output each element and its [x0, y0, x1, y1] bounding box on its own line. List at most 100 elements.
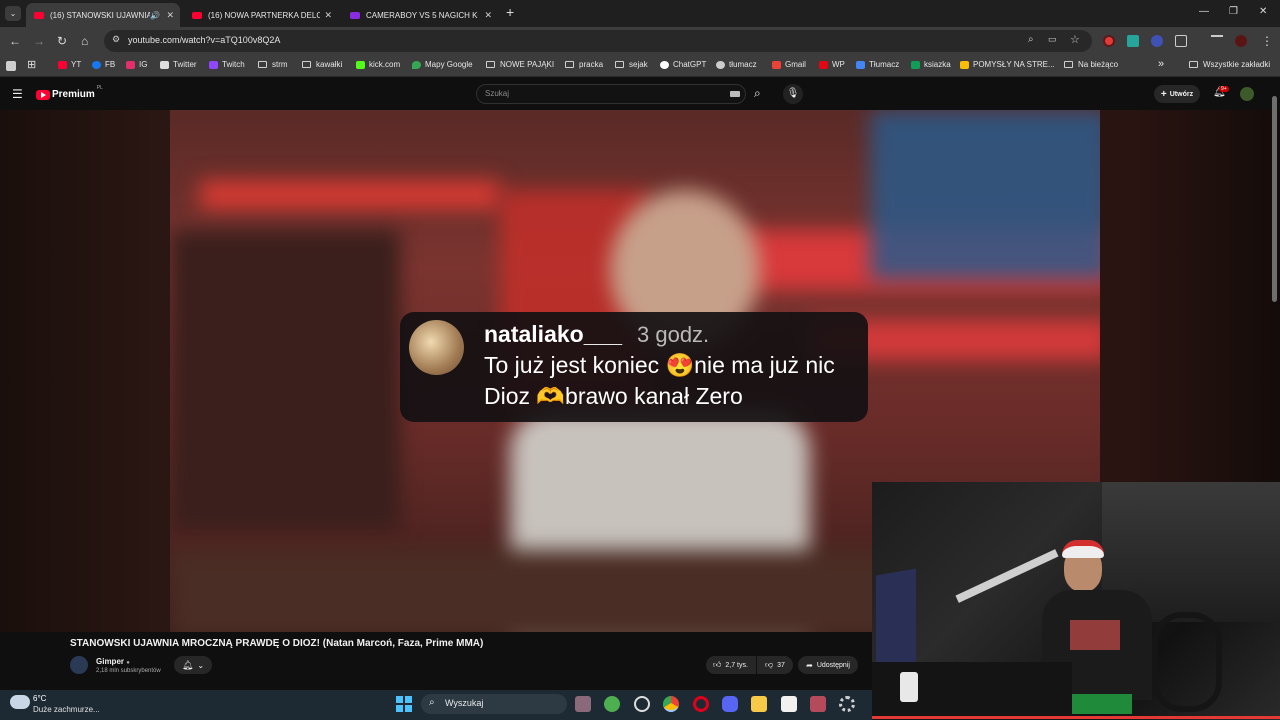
- bookmark-kick[interactable]: kick.com: [356, 60, 400, 69]
- tab-search-button[interactable]: ⌄: [5, 6, 21, 21]
- maps-pin-icon: [412, 60, 421, 69]
- bookmark-chatgpt[interactable]: ChatGPT: [660, 60, 706, 69]
- extensions-puzzle-icon[interactable]: [1175, 35, 1187, 47]
- url-text[interactable]: youtube.com/watch?v=aTQ100v8Q2A: [128, 35, 280, 45]
- browser-menu-icon[interactable]: ⋮: [1261, 34, 1273, 48]
- bookmark-gmail[interactable]: Gmail: [772, 60, 806, 69]
- settings-gear-icon[interactable]: [839, 696, 855, 712]
- verified-icon: ●: [126, 660, 130, 666]
- plus-icon: +: [1160, 88, 1167, 100]
- channel-avatar[interactable]: [70, 656, 88, 674]
- address-bar[interactable]: ⚙ youtube.com/watch?v=aTQ100v8Q2A ⌕ ▭ ☆: [104, 30, 1092, 52]
- app-shield-icon[interactable]: [604, 696, 620, 712]
- studio-blur-red: [200, 180, 500, 210]
- translate-extension-icon[interactable]: [1127, 35, 1139, 47]
- tab-cameraboy[interactable]: CAMERABOY VS 5 NAGICH KO ✕: [342, 3, 498, 27]
- taskbar-search[interactable]: ⌕ Wyszukaj: [421, 694, 567, 714]
- search-icon[interactable]: ⌕: [754, 86, 761, 101]
- bookmark-folder-pajaki[interactable]: NOWE PAJĄKI: [486, 60, 554, 69]
- chatgpt-icon: [660, 60, 669, 69]
- close-tab-icon[interactable]: ✕: [484, 10, 492, 21]
- microphone-icon[interactable]: 🎙︎: [783, 84, 803, 104]
- bookmark-fb[interactable]: FB: [92, 60, 115, 69]
- chrome-icon[interactable]: [663, 696, 679, 712]
- forward-icon[interactable]: →: [33, 34, 45, 48]
- app-white-icon[interactable]: [781, 696, 797, 712]
- zoom-icon[interactable]: ⌕: [1028, 34, 1034, 45]
- file-explorer-icon[interactable]: [751, 696, 767, 712]
- bookmark-maps[interactable]: Mapy Google: [412, 60, 473, 69]
- circle-extension-icon[interactable]: [1151, 35, 1163, 47]
- account-avatar[interactable]: [1240, 87, 1254, 101]
- all-bookmarks-folder[interactable]: Wszystkie zakładki: [1189, 60, 1270, 69]
- close-window-icon[interactable]: ✕: [1259, 6, 1267, 17]
- bookmark-translate[interactable]: Tłumacz: [856, 60, 899, 69]
- share-button[interactable]: ➦ Udostępnij: [798, 656, 858, 674]
- bookmark-ig[interactable]: IG: [126, 60, 147, 69]
- weather-temperature[interactable]: 6°C: [33, 694, 46, 703]
- new-tab-button[interactable]: +: [506, 4, 514, 20]
- windows-start-icon[interactable]: [396, 696, 412, 712]
- bookmarks-overflow-icon[interactable]: »: [1158, 58, 1164, 70]
- weather-description[interactable]: Duże zachmurze...: [33, 705, 100, 714]
- restore-icon[interactable]: ❐: [1229, 6, 1238, 17]
- bookmark-folder-na-biezaco[interactable]: Na bieżąco: [1064, 60, 1118, 69]
- commenter-username: nataliako___: [484, 321, 623, 347]
- hamburger-menu-icon[interactable]: ☰: [12, 87, 23, 101]
- tab-stanowski[interactable]: (16) STANOWSKI UJAWNIA 🔊 ✕: [26, 3, 180, 27]
- site-info-icon[interactable]: ⚙: [112, 34, 120, 45]
- like-button[interactable]: 👍︎ 2,7 tys.: [706, 656, 756, 674]
- bookmark-folder-kawalki[interactable]: kawałki: [302, 60, 342, 69]
- discord-icon[interactable]: [722, 696, 738, 712]
- page-scrollbar[interactable]: [1272, 96, 1277, 302]
- bookmark-star-icon[interactable]: ☆: [1070, 33, 1080, 46]
- close-tab-icon[interactable]: ✕: [166, 10, 174, 21]
- thumbs-down-icon: 👎︎: [765, 660, 774, 669]
- app-thumbnail-icon[interactable]: [810, 696, 826, 712]
- subscribed-bell-button[interactable]: 🔔︎ ⌄: [174, 656, 212, 674]
- bookmark-ksiazka[interactable]: ksiazka: [911, 60, 951, 69]
- wp-icon: [819, 60, 828, 69]
- create-button[interactable]: + Utwórz: [1154, 85, 1200, 103]
- globe-icon: [716, 60, 725, 69]
- bookmark-twitch[interactable]: Twitch: [209, 60, 245, 69]
- back-icon[interactable]: ←: [9, 34, 21, 48]
- bookmark-tlumacz[interactable]: tłumacz: [716, 60, 757, 69]
- keyboard-icon[interactable]: [730, 91, 740, 97]
- webcam-person-cap: [1062, 540, 1104, 558]
- reload-icon[interactable]: ↻: [57, 34, 67, 48]
- cast-icon[interactable]: ▭: [1048, 34, 1057, 45]
- minimize-icon[interactable]: —: [1199, 6, 1209, 17]
- app-thumbnail-icon[interactable]: [575, 696, 591, 712]
- app-graph-icon[interactable]: [634, 696, 650, 712]
- apps-grid-icon[interactable]: ⊞: [27, 58, 36, 71]
- tab-group-icon[interactable]: [6, 61, 16, 71]
- bookmark-yt[interactable]: YT: [58, 60, 81, 69]
- tab-label: (16) STANOWSKI UJAWNIA: [50, 10, 150, 20]
- close-tab-icon[interactable]: ✕: [324, 10, 332, 21]
- speaker-icon[interactable]: 🔊: [150, 11, 160, 20]
- tab-nowa-partnerka[interactable]: (16) NOWA PARTNERKA DELOR ✕: [184, 3, 338, 27]
- home-icon[interactable]: ⌂: [81, 34, 88, 48]
- chevron-down-icon: ⌄: [197, 660, 205, 670]
- bookmark-folder-pracka[interactable]: pracka: [565, 60, 603, 69]
- bookmark-folder-sejak[interactable]: sejak: [615, 60, 648, 69]
- youtube-logo[interactable]: Premium PL: [36, 85, 103, 100]
- profile-avatar[interactable]: [1235, 35, 1247, 47]
- opera-icon[interactable]: [693, 696, 709, 712]
- tab-label: (16) NOWA PARTNERKA DELOR: [208, 10, 320, 20]
- bookmark-pomysly[interactable]: POMYSŁY NA STRE...: [960, 60, 1055, 69]
- media-control-icon[interactable]: [1211, 35, 1223, 43]
- search-input[interactable]: Szukaj: [476, 84, 746, 104]
- record-extension-icon[interactable]: [1103, 35, 1115, 47]
- channel-name[interactable]: Gimper ●: [96, 657, 130, 666]
- bookmark-twitter[interactable]: Twitter: [160, 60, 197, 69]
- bookmark-folder-strm[interactable]: strm: [258, 60, 288, 69]
- logo-region: PL: [96, 84, 103, 91]
- streamer-webcam: [872, 482, 1280, 720]
- folder-icon: [565, 61, 574, 68]
- bookmark-wp[interactable]: WP: [819, 60, 845, 69]
- weather-cloud-icon[interactable]: [10, 695, 30, 709]
- comment-overlay: nataliako___ 3 godz. To już jest koniec …: [400, 312, 868, 422]
- dislike-button[interactable]: 👎︎ 37: [757, 656, 793, 674]
